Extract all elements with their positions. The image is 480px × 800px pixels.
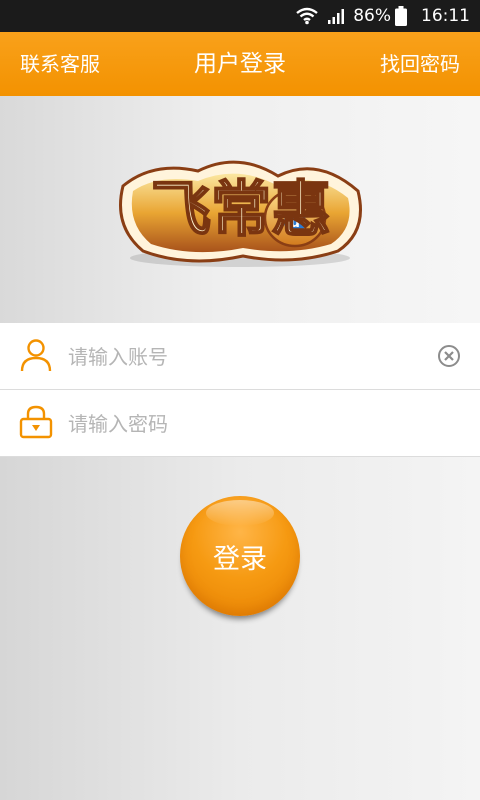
password-input[interactable]	[66, 400, 430, 448]
logo-text: 飞常惠	[151, 175, 331, 245]
battery-percent: 86%	[353, 6, 391, 26]
login-button-label: 登录	[213, 543, 267, 575]
account-row	[0, 323, 480, 390]
status-bar: 86% 16:11	[0, 0, 480, 32]
find-password-link[interactable]: 找回密码	[380, 32, 460, 96]
app-logo: u 飞常惠	[119, 160, 362, 267]
password-row	[0, 390, 480, 457]
login-button[interactable]: 登录	[180, 496, 300, 616]
clock: 16:11	[421, 6, 470, 26]
login-area: 登录	[0, 457, 480, 800]
battery-icon	[395, 6, 407, 26]
wifi-icon	[295, 6, 319, 26]
account-input[interactable]	[66, 333, 430, 381]
clear-icon[interactable]	[437, 344, 461, 368]
lock-icon	[18, 404, 54, 440]
login-form	[0, 323, 480, 457]
header-bar: 联系客服 用户登录 找回密码	[0, 32, 480, 96]
contact-service-link[interactable]: 联系客服	[20, 32, 100, 96]
signal-icon	[327, 7, 345, 25]
user-icon	[18, 337, 54, 373]
logo-banner: u 飞常惠	[0, 96, 480, 323]
button-gloss	[206, 500, 274, 526]
